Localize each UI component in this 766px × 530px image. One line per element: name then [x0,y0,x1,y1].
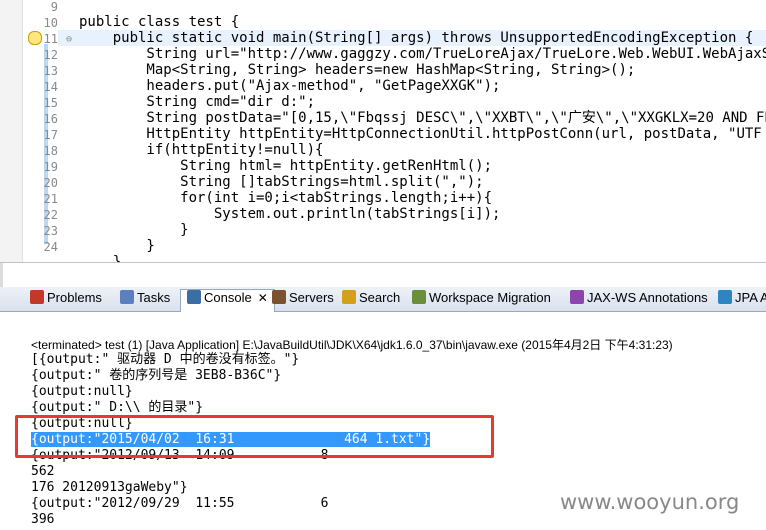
code-line[interactable]: String []tabStrings=html.split(","); [79,174,483,190]
line-number: 10 [43,16,58,30]
jaxws-icon [570,290,584,304]
line-number: 24 [43,240,58,254]
console-output-line: {output:"2012/09/29 11:55 6 [31,496,329,511]
tab-label: JAX-WS Annotations [587,290,708,305]
line-number: 13 [43,64,58,78]
console-output-line: 396 [31,512,55,527]
tab-console[interactable]: Console ✕ [180,289,275,312]
tab-label: Problems [47,290,102,305]
tab-jpa-a[interactable]: JPA A [718,290,766,310]
code-line[interactable]: if(httpEntity!=null){ [79,142,323,158]
code-line[interactable]: System.out.println(tabStrings[i]); [79,206,501,222]
code-line[interactable]: String html= httpEntity.getRenHtml(); [79,158,492,174]
line-number: 11 [43,32,58,46]
console-output-line: {output:" 卷的序列号是 3EB8-B36C"} [31,368,282,383]
tab-search[interactable]: Search [342,290,400,310]
line-number: 23 [43,224,58,238]
code-line[interactable]: headers.put("Ajax-method", "GetPageXXGK"… [79,78,500,94]
code-line[interactable]: String url="http://www.gaggzy.com/TrueLo… [79,46,766,62]
console-output-line: {output:null} [31,384,133,399]
search-icon [342,290,356,304]
console-output-line: 562 [31,464,55,479]
line-number: 9 [50,0,58,14]
line-number: 14 [43,80,58,94]
line-number: 21 [43,192,58,206]
code-line[interactable]: public class test { [79,14,239,30]
code-line[interactable]: for(int i=0;i<tabStrings.length;i++){ [79,190,492,206]
code-line[interactable]: HttpEntity httpEntity=HttpConnectionUtil… [79,126,761,142]
close-tab-icon[interactable]: ✕ [258,291,268,305]
tab-jax-ws-annotations[interactable]: JAX-WS Annotations [570,290,708,310]
code-line[interactable]: Map<String, String> headers=new HashMap<… [79,62,635,78]
tab-label: Servers [289,290,334,305]
tab-servers[interactable]: Servers [272,290,334,310]
console-process-label: <terminated> test (1) [Java Application]… [31,338,673,352]
tab-problems[interactable]: Problems [30,290,102,310]
editor-ruler [0,0,23,262]
fold-toggle-icon[interactable]: ⊖ [66,34,72,45]
code-line[interactable]: String cmd="dir d:"; [79,94,315,110]
code-line[interactable]: } [79,254,121,262]
line-number: 19 [43,160,58,174]
console-output-line: {output:" D:\\ 的目录"} [31,400,204,415]
tab-label: Workspace Migration [429,290,551,305]
line-number: 18 [43,144,58,158]
watermark: www.wooyun.org [560,490,740,514]
view-tab-bar: Problems Tasks Console ✕ Servers Search Worksp… [0,287,766,312]
tab-tasks[interactable]: Tasks [120,290,170,310]
migration-icon [412,290,426,304]
tab-workspace-migration[interactable]: Workspace Migration [412,290,551,310]
code-line[interactable]: public static void main(String[] args) t… [79,30,754,46]
problems-icon [30,290,44,304]
servers-icon [272,290,286,304]
tab-label: Console [204,290,252,305]
code-editor[interactable]: 9 10 11 12 13 14 15 16 17 18 19 20 21 22 23 24 ⊖ public… [0,0,766,263]
line-number: 17 [43,128,58,142]
code-line[interactable]: String postData="[0,15,\"Fbqssj DESC\",\… [79,110,766,126]
tab-label: Search [359,290,401,305]
tab-label: Tasks [137,290,171,305]
line-number: 22 [43,208,58,222]
code-line[interactable]: } [79,222,188,238]
line-number: 16 [43,112,58,126]
line-number: 20 [43,176,58,190]
code-line[interactable]: } [79,238,154,254]
line-number: 12 [43,48,58,62]
tasks-icon [120,290,134,304]
console-icon [187,290,201,304]
console-output-line: [{output:" 驱动器 D 中的卷没有标签。"} [31,352,300,367]
highlight-annotation-box [15,415,494,458]
line-number: 15 [43,96,58,110]
console-output-line: 176 20120913gaWeby"} [31,480,188,495]
tab-label: JPA A [735,290,766,305]
jpa-icon [718,290,732,304]
